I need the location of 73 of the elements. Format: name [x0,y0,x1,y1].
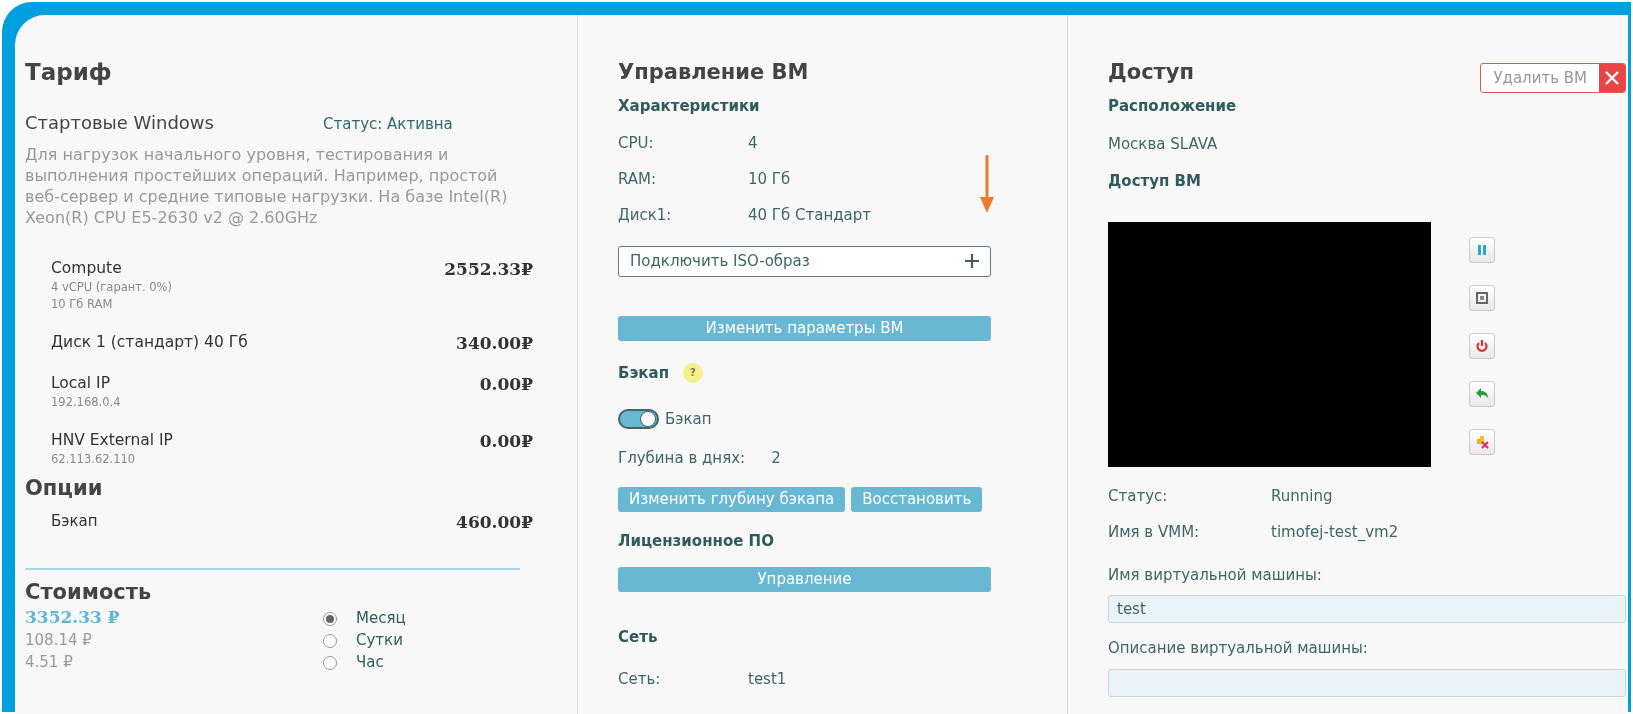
info-label: Имя в VMM: [1108,522,1201,543]
radio-label: Сутки [356,630,403,652]
item-price: 0.00₽ [479,430,533,452]
info-value: Running [1271,485,1333,507]
subsection-title: Доступ ВМ [1108,171,1201,192]
item-price: 340.00₽ [456,332,533,354]
spec-value: 4 [748,132,758,154]
plan-description: Для нагрузок начального уровня, тестирования и выполнения простейших операций. Например, простой веб-сервер и средние типовые нагрузки. На базе Intel(R) Xeon(R) CPU E5-2630 v2 @ 2.60GHz [25,144,509,228]
plan-name: Стартовые Windows [25,111,215,135]
cost-value: 108.14 ₽ [25,629,92,651]
change-depth-button[interactable]: Изменить глубину бэкапа [618,487,846,512]
item-detail: 4 vCPU (гарант. 0%) [51,279,172,296]
item-name: Compute [51,258,122,279]
field-label: Описание виртуальной машины: [1108,638,1368,659]
iso-button[interactable]: Подключить ISO-образ [618,245,991,277]
vm-name-input[interactable]: test [1108,595,1626,623]
delete-vm-button[interactable]: Удалить ВМ [1480,63,1626,93]
cost-value: 3352.33 ₽ [25,605,120,629]
subsection-title: Характеристики [618,96,760,117]
radio-label: Час [356,652,384,674]
info-value: timofej-test_vm2 [1271,522,1399,543]
radio-button[interactable] [323,611,337,626]
restore-button[interactable]: Восстановить [851,487,983,512]
radio-button[interactable] [323,655,337,670]
section-title: Стоимость [25,578,152,606]
field-label: Имя виртуальной машины: [1108,564,1322,586]
item-name: Диск 1 (стандарт) 40 Гб [51,332,248,353]
delete-button[interactable] [1469,428,1495,455]
manage-button[interactable]: Управление [618,566,991,592]
plan-status: Статус: Активна [323,114,453,135]
spec-value: 40 Гб Стандарт [748,204,872,226]
item-name: Local IP [51,373,111,394]
spec-label: CPU: [618,132,655,154]
network-value: test1 [748,669,787,690]
subsection-title: Лицензионное ПО [618,531,774,552]
option-name: Бэкап [51,511,98,532]
spec-label: RAM: [618,168,658,190]
item-detail: 62.113.62.110 [51,451,136,468]
plus-icon [965,254,979,268]
item-detail: 10 Гб RAM [51,296,113,313]
spec-value: 10 Гб [748,168,791,190]
network-label: Сеть: [618,669,662,690]
backup-toggle[interactable] [618,409,659,430]
subsection-title: Расположение [1108,96,1237,117]
info-label: Статус: [1108,485,1169,507]
toggle-label: Бэкап [665,409,712,430]
depth-label: Глубина в днях: [618,447,746,469]
depth-value: 2 [771,447,781,469]
annotation-arrow [980,155,994,213]
option-price: 460.00₽ [456,511,533,534]
radio-button[interactable] [323,633,337,648]
vm-description-input[interactable] [1108,668,1626,697]
item-detail: 192.168.0.4 [51,394,121,411]
change-params-button[interactable]: Изменить параметры ВМ [618,315,991,341]
power-button[interactable] [1469,332,1495,359]
back-arrow-button[interactable] [1469,380,1495,407]
close-icon [1604,70,1620,86]
section-title: Управление ВМ [618,59,809,86]
pause-button[interactable] [1469,236,1495,263]
subsection-title: Бэкап [618,362,669,384]
section-title: Тариф [25,58,112,87]
section-title: Опции [25,475,103,502]
item-price: 2552.33₽ [444,258,533,280]
spec-label: Диск1: [618,204,673,226]
cost-value: 4.51 ₽ [25,651,73,673]
subsection-title: Сеть [618,626,658,648]
stop-button[interactable] [1469,284,1495,311]
location-text: Москва SLAVA [1108,133,1218,155]
section-title: Доступ [1108,59,1194,86]
radio-label: Месяц [356,608,406,630]
help-icon[interactable]: ? [683,362,703,383]
item-name: HNV External IP [51,430,173,451]
item-price: 0.00₽ [479,373,533,395]
